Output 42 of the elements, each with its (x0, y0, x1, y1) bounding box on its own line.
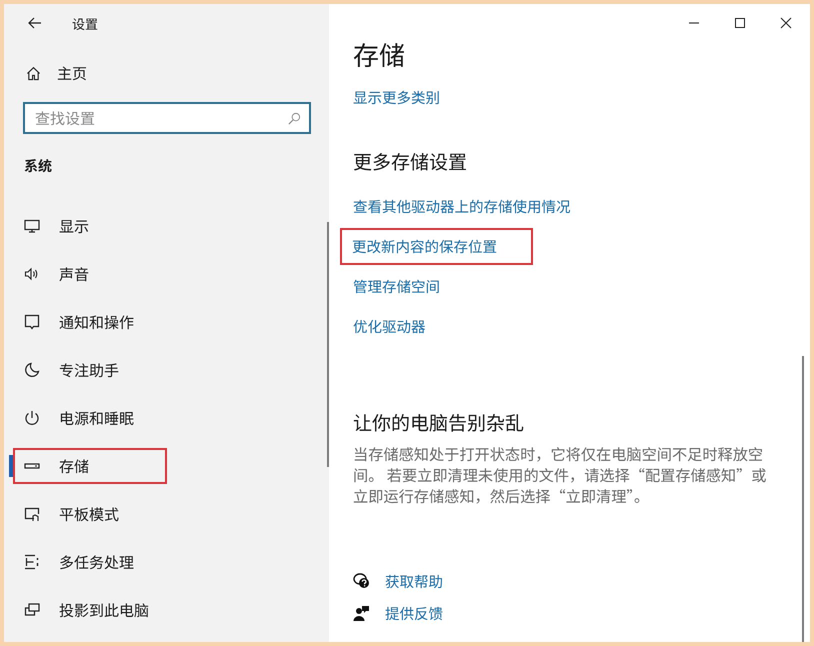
power-icon (24, 410, 40, 426)
show-more-link[interactable]: 显示更多类别 (353, 87, 440, 108)
tablet-icon (24, 506, 40, 522)
nav-item[interactable]: 电源和睡眠 (7, 394, 329, 442)
settings-link[interactable]: 优化驱动器 (353, 316, 426, 337)
maximize-icon[interactable] (734, 17, 746, 29)
nav-item[interactable]: 多任务处理 (7, 538, 329, 586)
nav-item[interactable]: 投影到此电脑 (7, 586, 329, 634)
projector-icon (24, 602, 40, 618)
nav-item[interactable]: 专注助手 (7, 346, 329, 394)
search-icon (288, 112, 301, 125)
search-field[interactable]: 查找设置 (23, 102, 311, 134)
help-link[interactable]: 获取帮助 (385, 570, 443, 592)
speaker-icon (24, 266, 40, 282)
help-chat-icon (353, 573, 370, 589)
description-text: 当存储感知处于打开状态时，它将仅在电脑空间不足时释放空间。 若要立即清理未使用的文件，请选择“配置存储感知”或立即运行存储感知，然后选择“立即清理”。 (353, 444, 768, 507)
window-title: 设置 (72, 14, 98, 32)
settings-link[interactable]: 更改新内容的保存位置 (342, 230, 531, 263)
house-icon (26, 66, 41, 81)
section-heading: 系统 (24, 156, 52, 176)
monitor-icon (24, 218, 40, 234)
page-title: 存储 (353, 36, 406, 73)
section-heading: 让你的电脑告别杂乱 (353, 409, 524, 436)
home-nav-item[interactable]: 主页 (7, 63, 88, 84)
back-arrow-icon[interactable] (28, 17, 42, 29)
moon-icon (24, 362, 40, 378)
feedback-person-icon (353, 605, 370, 621)
nav-item[interactable]: 平板模式 (7, 490, 329, 538)
help-link[interactable]: 提供反馈 (385, 602, 443, 624)
close-icon[interactable] (780, 17, 792, 29)
message-icon (24, 314, 40, 330)
settings-link[interactable]: 查看其他驱动器上的存储使用情况 (353, 196, 570, 217)
nav-item[interactable]: 通知和操作 (7, 298, 329, 346)
nav-item[interactable]: 显示 (7, 202, 329, 250)
settings-link[interactable]: 管理存储空间 (353, 276, 440, 297)
nav-item[interactable]: 声音 (7, 250, 329, 298)
scrollbar[interactable] (802, 356, 804, 642)
selection-indicator (9, 455, 13, 477)
scrollbar[interactable] (327, 222, 329, 467)
multitask-icon (24, 554, 40, 570)
section-heading: 更多存储设置 (353, 148, 468, 175)
nav-item[interactable]: 存储 (7, 442, 329, 490)
